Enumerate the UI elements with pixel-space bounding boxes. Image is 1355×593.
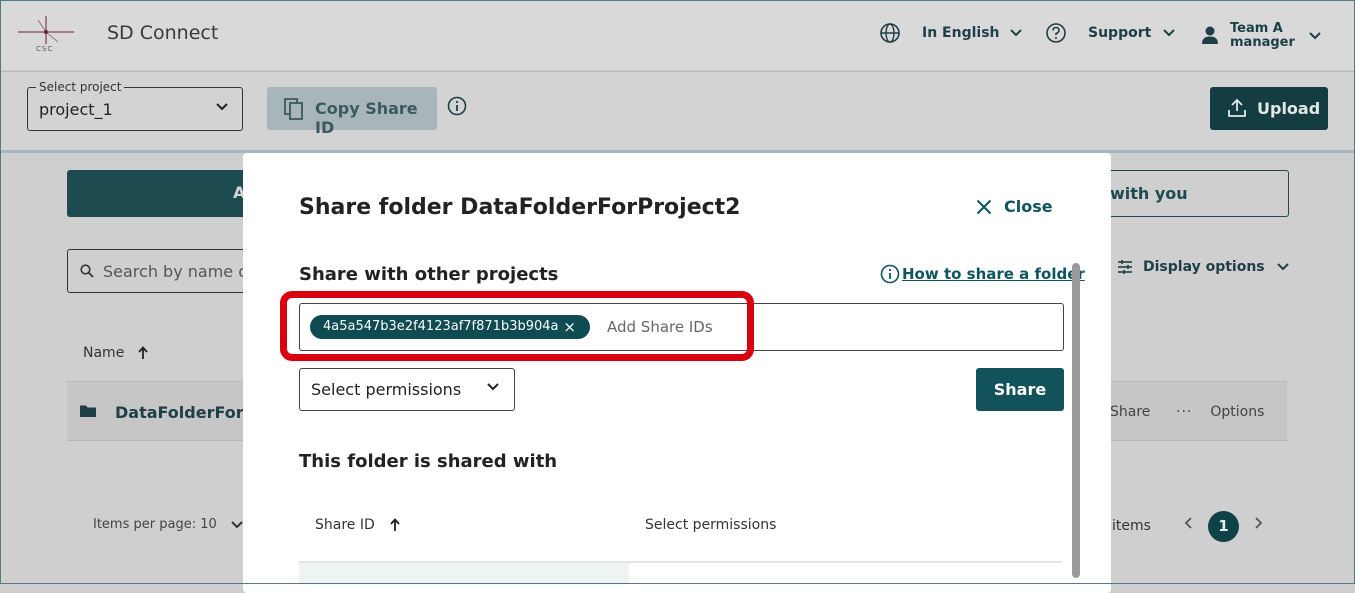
dialog-title: Share folder DataFolderForProject2 — [299, 195, 741, 220]
how-to-share-label: How to share a folder — [902, 265, 1085, 283]
display-options-label: Display options — [1143, 259, 1265, 275]
logo-text: CSC — [36, 45, 54, 53]
chevron-left-icon[interactable] — [1184, 517, 1192, 529]
share-with-projects-heading: Share with other projects — [299, 264, 559, 285]
permissions-select[interactable]: Select permissions — [299, 368, 515, 411]
chevron-down-icon — [216, 103, 228, 111]
items-per-page-select[interactable]: Items per page: 10 — [93, 517, 243, 532]
row-share-button[interactable]: Share — [1110, 404, 1150, 420]
sort-arrow-up-icon — [138, 346, 148, 359]
chevron-down-icon — [487, 383, 499, 391]
copy-share-id-label: Copy Share ID — [315, 99, 418, 137]
close-button[interactable]: Close — [976, 197, 1053, 216]
name-column-header[interactable]: Name — [83, 345, 148, 361]
row-options-button[interactable]: ··· Options — [1176, 404, 1264, 420]
info-icon[interactable] — [447, 96, 467, 116]
ellipsis-icon: ··· — [1176, 404, 1193, 420]
share-id-column-header[interactable]: Share ID — [315, 517, 400, 533]
close-label: Close — [1004, 197, 1053, 216]
folder-icon — [80, 405, 96, 417]
tab-shared-with-you-label: with you — [1110, 184, 1188, 203]
pagination-current-page[interactable]: 1 — [1208, 511, 1239, 542]
search-input[interactable]: Search by name or — [67, 249, 269, 293]
chevron-down-icon — [1163, 29, 1176, 37]
how-to-share-link[interactable]: How to share a folder — [880, 264, 1085, 284]
chevron-right-icon[interactable] — [1255, 517, 1263, 529]
close-icon — [976, 199, 992, 214]
dialog-scrollbar[interactable] — [1072, 263, 1080, 578]
permissions-column-header: Select permissions — [645, 517, 777, 533]
app-header: CSC SD Connect In English Support Team A… — [0, 0, 1355, 70]
chevron-down-icon[interactable] — [1309, 32, 1321, 40]
info-icon — [880, 264, 900, 284]
share-folder-dialog: Share folder DataFolderForProject2 Close… — [243, 153, 1111, 593]
chevron-down-icon — [1009, 29, 1022, 37]
sort-arrow-up-icon — [390, 518, 400, 531]
user-role: manager — [1230, 35, 1295, 50]
upload-icon — [1228, 98, 1246, 117]
app-title: SD Connect — [107, 22, 219, 44]
copy-icon — [284, 98, 303, 120]
chevron-down-icon — [1276, 263, 1289, 271]
name-column-label: Name — [83, 345, 125, 361]
support-label: Support — [1088, 25, 1152, 41]
share-button[interactable]: Share — [976, 368, 1064, 411]
highlight-annotation — [280, 291, 754, 361]
user-icon — [1202, 26, 1218, 44]
items-per-page-label: Items per page: 10 — [93, 517, 217, 532]
support-menu[interactable]: Support — [1045, 22, 1176, 44]
tab-all-folders[interactable]: A — [67, 170, 267, 217]
help-icon — [1046, 23, 1066, 43]
search-icon — [80, 264, 94, 278]
row-options-label: Options — [1210, 404, 1265, 420]
upload-button[interactable]: Upload — [1210, 87, 1328, 130]
select-project-value: project_1 — [39, 100, 113, 119]
chevron-down-icon — [231, 520, 243, 528]
upload-label: Upload — [1257, 99, 1321, 118]
display-options-button[interactable]: Display options — [1117, 259, 1289, 275]
select-project-dropdown[interactable]: Select project project_1 — [27, 80, 243, 131]
shared-with-heading: This folder is shared with — [299, 451, 558, 472]
language-selector[interactable]: In English — [879, 22, 1022, 44]
select-project-label: Select project — [36, 80, 125, 94]
permissions-select-value: Select permissions — [311, 380, 462, 399]
items-count-label: items — [1112, 518, 1151, 534]
language-label: In English — [922, 25, 1000, 41]
search-placeholder: Search by name or — [103, 262, 255, 281]
share-id-column-label: Share ID — [315, 517, 375, 533]
user-menu[interactable]: Team A manager — [1230, 22, 1295, 50]
tab-shared-with-you[interactable]: with you — [1090, 170, 1289, 217]
globe-icon — [880, 23, 900, 43]
sliders-icon — [1118, 260, 1132, 274]
table-row — [299, 563, 629, 583]
copy-share-id-button[interactable]: Copy Share ID — [267, 87, 437, 137]
user-team: Team A — [1230, 21, 1283, 36]
